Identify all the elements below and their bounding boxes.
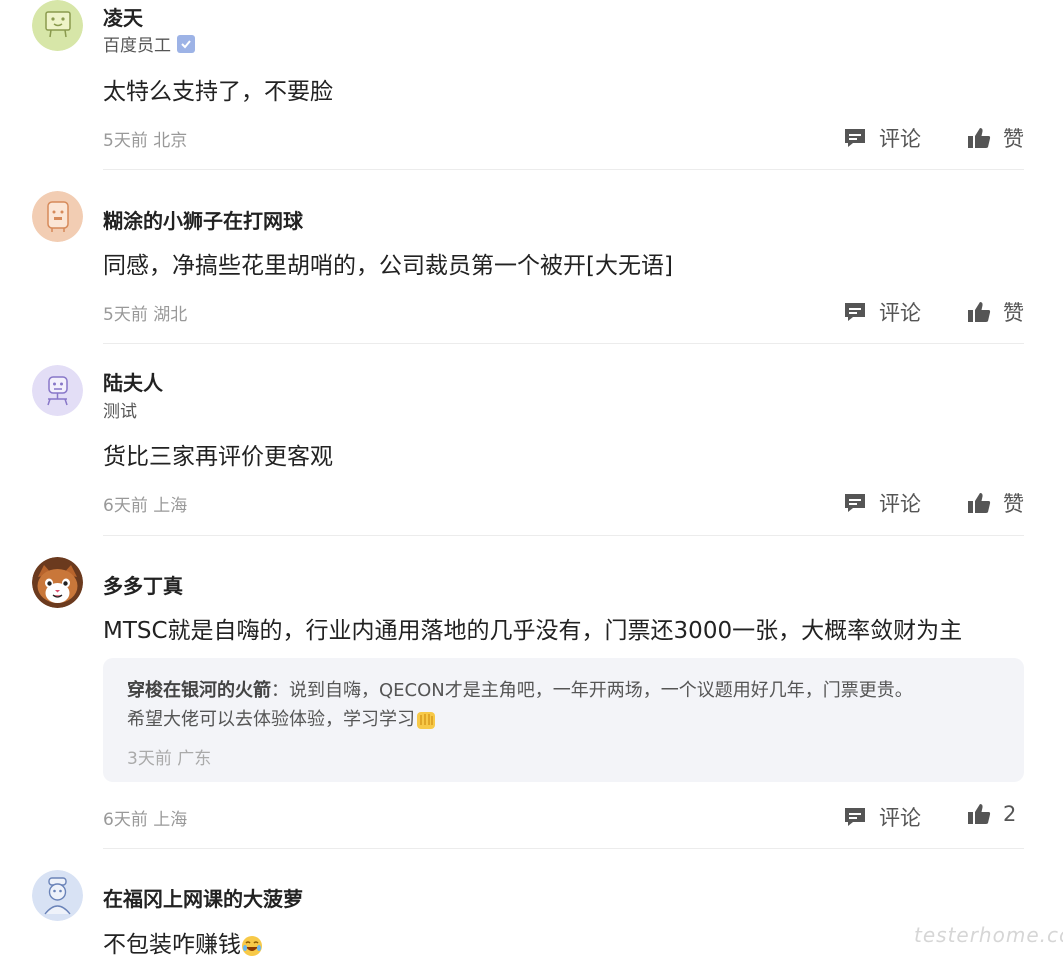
comment-author[interactable]: 多多丁真: [103, 570, 183, 599]
comment-meta: 5天前 北京: [103, 131, 188, 151]
thumbs-up-icon: [968, 804, 991, 824]
divider: [103, 169, 1024, 170]
like-button[interactable]: 2: [967, 802, 1016, 826]
like-count: 赞: [1003, 492, 1024, 516]
comment-text: 不包装咋赚钱: [103, 925, 263, 959]
reply-line-1: 穿梭在银河的火箭：说到自嗨，QECON才是主角吧，一年开两场，一个议题用好几年，…: [127, 676, 913, 702]
like-count: 2: [1003, 802, 1017, 826]
avatar[interactable]: [32, 0, 83, 51]
watermark: testerhome.com: [914, 923, 1063, 947]
comment-text: 太特么支持了，不要脸: [103, 79, 333, 105]
cheese-icon: [32, 0, 83, 51]
author-title: 测试: [103, 397, 137, 422]
like-count: 赞: [1003, 301, 1024, 325]
comment-label: 评论: [879, 127, 921, 151]
like-button[interactable]: 赞: [967, 488, 1024, 518]
author-title-text: 测试: [103, 402, 137, 422]
comment-author[interactable]: 陆夫人: [103, 367, 163, 396]
like-button[interactable]: 赞: [967, 123, 1024, 153]
comment-author[interactable]: 在福冈上网课的大菠萝: [103, 883, 303, 912]
comment-text-body: 不包装咋赚钱: [103, 932, 241, 958]
thumbs-up-icon: [968, 302, 991, 322]
comment-author[interactable]: 糊涂的小狮子在打网球: [103, 205, 303, 234]
thumbs-up-icon: [968, 493, 991, 513]
comment-text: 货比三家再评价更客观: [103, 444, 333, 470]
comment-author[interactable]: 凌天: [103, 2, 143, 31]
author-title: 百度员工: [103, 31, 195, 56]
comment-meta: 6天前 上海: [103, 496, 188, 516]
comment-meta: 6天前 上海: [103, 810, 188, 830]
like-count: 赞: [1003, 127, 1024, 151]
comment-button[interactable]: 评论: [843, 297, 921, 327]
person-icon: [32, 870, 83, 921]
reply-text-continued: 希望大佬可以去体验体验，学习学习: [127, 709, 415, 730]
comment-icon: [845, 303, 865, 321]
author-title-text: 百度员工: [103, 36, 171, 56]
comment-button[interactable]: 评论: [843, 123, 921, 153]
avatar[interactable]: [32, 191, 83, 242]
avatar[interactable]: [32, 870, 83, 921]
reply-line-2: 希望大佬可以去体验体验，学习学习: [127, 705, 437, 731]
comment-text: 同感，净搞些花里胡哨的，公司裁员第一个被开[大无语]: [103, 253, 673, 279]
comment-button[interactable]: 评论: [843, 488, 921, 518]
like-button[interactable]: 赞: [967, 297, 1024, 327]
reply-text: ：说到自嗨，QECON才是主角吧，一年开两场，一个议题用好几年，门票更贵。: [271, 680, 913, 701]
avatar[interactable]: [32, 365, 83, 416]
verified-badge-icon: [177, 34, 195, 53]
toast-icon: [32, 191, 83, 242]
comment-text: MTSC就是自嗨的，行业内通用落地的几乎没有，门票还3000一张，大概率敛财为主: [103, 618, 963, 644]
divider: [103, 535, 1024, 536]
comment-icon: [845, 494, 865, 512]
reply-box: 穿梭在银河的火箭：说到自嗨，QECON才是主角吧，一年开两场，一个议题用好几年，…: [103, 658, 1024, 782]
clapping-emoji-icon: [417, 712, 435, 729]
robot-icon: [32, 365, 83, 416]
avatar[interactable]: [32, 557, 83, 608]
divider: [103, 848, 1024, 849]
comment-icon: [845, 808, 865, 826]
laughing-emoji-icon: [242, 935, 262, 956]
divider: [103, 343, 1024, 344]
comment-label: 评论: [879, 806, 921, 830]
comment-icon: [845, 129, 865, 147]
thumbs-up-icon: [968, 128, 991, 148]
comment-label: 评论: [879, 301, 921, 325]
comment-label: 评论: [879, 492, 921, 516]
cat-icon: [32, 557, 83, 608]
comment-button[interactable]: 评论: [843, 802, 921, 832]
reply-meta: 3天前 广东: [127, 749, 212, 769]
reply-author[interactable]: 穿梭在银河的火箭: [127, 680, 271, 701]
comment-meta: 5天前 湖北: [103, 305, 188, 325]
